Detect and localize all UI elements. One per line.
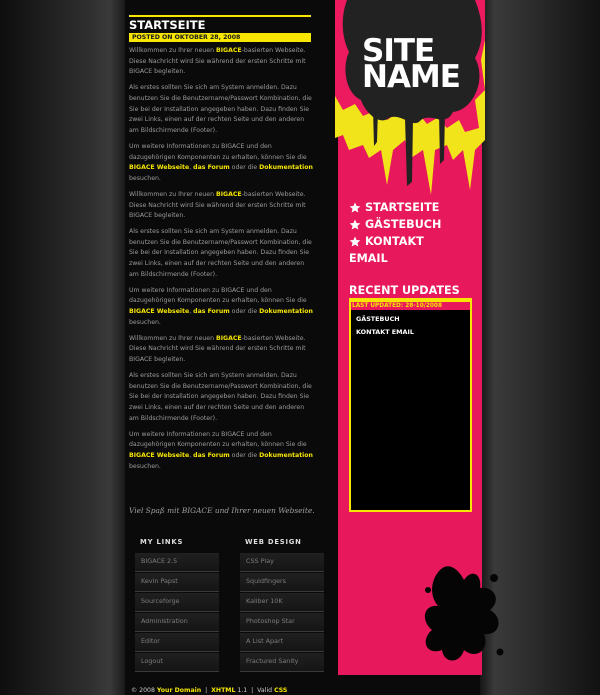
web-design-heading: WEB DESIGN — [245, 538, 302, 546]
yellow-paint-splat — [335, 0, 485, 195]
bigace-highlight: BIGACE — [216, 334, 242, 342]
footer-css-link[interactable]: CSS — [274, 687, 287, 694]
site-name-line2: NAME — [362, 59, 461, 95]
paragraph-info: Um weitere Informationen zu BIGACE und d… — [129, 286, 313, 326]
paragraph-login: Als erstes sollten Sie sich am System an… — [129, 372, 312, 422]
paragraph-welcome: Willkommen zu Ihrer neuen BIGACE-basiert… — [129, 47, 306, 76]
title-rule — [129, 15, 311, 17]
web-design-link-css-play[interactable]: CSS Play — [240, 553, 324, 572]
paragraph-login: Als erstes sollten Sie sich am System an… — [129, 84, 312, 134]
web-design-link-fractured-sanity[interactable]: Fractured Sanity — [240, 653, 324, 672]
bigace-website-link[interactable]: BIGACE Webseite — [129, 164, 189, 171]
nav-item-kontakt[interactable]: KONTAKT — [349, 233, 441, 250]
footer: © 2008 Your Domain | XHTML 1.1 | Valid C… — [131, 687, 288, 694]
paragraph-info: Um weitere Informationen zu BIGACE und d… — [129, 142, 313, 182]
paragraph-login: Als erstes sollten Sie sich am System an… — [129, 228, 312, 278]
bigace-highlight: BIGACE — [216, 190, 242, 198]
nav-label: GÄSTEBUCH — [365, 218, 442, 231]
posted-date-bar: POSTED ON OKTOBER 28, 2008 — [129, 33, 311, 42]
my-link-bigace[interactable]: BIGACE 2.5 — [135, 553, 219, 572]
black-ink-splat — [424, 566, 504, 661]
nav-item-email[interactable]: EMAIL — [349, 250, 441, 267]
forum-link[interactable]: das Forum — [193, 452, 230, 459]
paragraph-welcome: Willkommen zu Ihrer neuen BIGACE-basiert… — [129, 334, 306, 363]
footer-xhtml-link[interactable]: XHTML — [211, 687, 235, 694]
paragraph-info: Um weitere Informationen zu BIGACE und d… — [129, 430, 313, 470]
forum-link[interactable]: das Forum — [193, 308, 230, 315]
article-content: Willkommen zu Ihrer neuen BIGACE-basiert… — [129, 46, 315, 478]
documentation-link[interactable]: Dokumentation — [259, 308, 313, 315]
web-design-link-squidfingers[interactable]: Squidfingers — [240, 573, 324, 592]
recent-updates-box: LAST UPDATED: 28-10/2008 GÄSTEBUCH KONTA… — [349, 300, 472, 512]
update-item-kontakt-email[interactable]: KONTAKT EMAIL — [356, 328, 470, 336]
my-links-heading: MY LINKS — [140, 538, 184, 546]
documentation-link[interactable]: Dokumentation — [259, 452, 313, 459]
web-design-link-kaliber[interactable]: Kaliber 10K — [240, 593, 324, 612]
last-updated-bar: LAST UPDATED: 28-10/2008 — [351, 302, 470, 310]
nav-label: KONTAKT — [365, 235, 424, 248]
nav-label: STARTSEITE — [365, 201, 440, 214]
nav-item-startseite[interactable]: STARTSEITE — [349, 199, 441, 216]
my-link-editor[interactable]: Editor — [135, 633, 219, 652]
nav-label: EMAIL — [349, 252, 388, 265]
bigace-website-link[interactable]: BIGACE Webseite — [129, 452, 189, 459]
main-nav: STARTSEITE GÄSTEBUCH KONTAKT EMAIL — [349, 199, 441, 267]
star-icon — [349, 236, 361, 247]
my-link-administration[interactable]: Administration — [135, 613, 219, 632]
site-name-logo[interactable]: SITE NAME — [362, 36, 472, 95]
web-design-link-photoshop-star[interactable]: Photoshop Star — [240, 613, 324, 632]
bigace-website-link[interactable]: BIGACE Webseite — [129, 308, 189, 315]
my-link-logout[interactable]: Logout — [135, 653, 219, 672]
my-links-column: MY LINKS BIGACE 2.5 Kevin Papst Sourcefo… — [135, 538, 219, 673]
my-link-kevin-papst[interactable]: Kevin Papst — [135, 573, 219, 592]
signoff-text: Viel Spaß mit BIGACE und Ihrer neuen Web… — [129, 506, 315, 515]
forum-link[interactable]: das Forum — [193, 164, 230, 171]
web-design-link-a-list-apart[interactable]: A List Apart — [240, 633, 324, 652]
web-design-column: WEB DESIGN CSS Play Squidfingers Kaliber… — [240, 538, 324, 673]
recent-updates-title: RECENT UPDATES — [349, 284, 460, 297]
star-icon — [349, 202, 361, 213]
bigace-highlight: BIGACE — [216, 47, 242, 54]
update-item-gaestebuch[interactable]: GÄSTEBUCH — [356, 315, 470, 323]
my-link-sourceforge[interactable]: Sourceforge — [135, 593, 219, 612]
page-title: STARTSEITE — [129, 18, 206, 32]
footer-domain-link[interactable]: Your Domain — [157, 687, 201, 694]
left-gradient-strip — [0, 0, 125, 695]
star-icon — [349, 219, 361, 230]
paragraph-welcome: Willkommen zu Ihrer neuen BIGACE-basiert… — [129, 190, 306, 220]
nav-item-gaestebuch[interactable]: GÄSTEBUCH — [349, 216, 441, 233]
documentation-link[interactable]: Dokumentation — [259, 164, 313, 171]
